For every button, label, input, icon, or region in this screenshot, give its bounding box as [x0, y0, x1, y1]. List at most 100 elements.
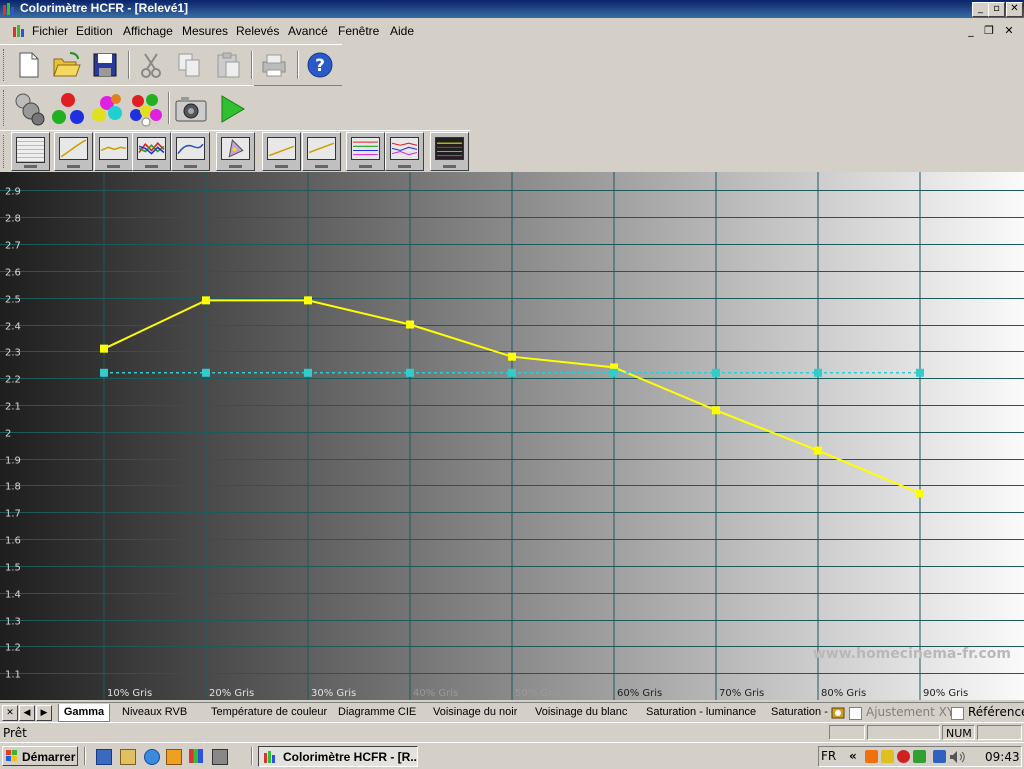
- measured-gamma-point: [508, 352, 516, 361]
- x-axis-labels: 10% Gris 20% Gris 30% Gris 40% Gris 50% Gris…: [107, 688, 968, 699]
- system-tray: « 09:43: [818, 746, 1022, 767]
- taskbar-window-button[interactable]: Colorimètre HCFR - [R...: [258, 746, 418, 767]
- sensor-adjust-icon[interactable]: [831, 706, 845, 720]
- monitor-base: [398, 165, 411, 168]
- tray-connection-icon[interactable]: [933, 750, 946, 763]
- toolbar-separator: [251, 51, 253, 79]
- tab-voisinage-noir[interactable]: Voisinage du noir: [433, 704, 517, 721]
- ajustement-xyz-checkbox[interactable]: [849, 707, 862, 720]
- multicolor-balls-icon[interactable]: [128, 91, 164, 127]
- svg-text:?: ?: [315, 56, 325, 76]
- saturation-shift-view-button[interactable]: [385, 132, 424, 171]
- cie-diagram-view-button[interactable]: [216, 132, 255, 171]
- help-icon[interactable]: ?: [304, 49, 336, 81]
- start-button[interactable]: Démarrer: [2, 746, 78, 766]
- tab-saturation-luminance[interactable]: Saturation - luminance: [646, 704, 756, 721]
- monitor-base: [229, 165, 242, 168]
- paste-icon[interactable]: [212, 49, 244, 81]
- menu-avance[interactable]: Avancé: [288, 24, 328, 38]
- measures-grid-view-button[interactable]: [11, 132, 50, 171]
- toolbar-grip: [3, 49, 7, 81]
- camera-icon[interactable]: [173, 91, 209, 127]
- cie-diagram-icon: [221, 137, 250, 160]
- menu-fichier[interactable]: Fichier: [32, 24, 68, 38]
- y-tick-label: 2.8: [5, 214, 21, 225]
- explorer-icon[interactable]: [120, 749, 136, 765]
- media-player-icon[interactable]: [166, 749, 182, 765]
- measured-gamma-point: [406, 320, 414, 329]
- rgb-balls-icon[interactable]: [50, 91, 86, 127]
- menu-releves[interactable]: Relevés: [236, 24, 279, 38]
- title-bar[interactable]: Colorimètre HCFR - [Relevé1] _ ▫ ✕: [0, 0, 1024, 18]
- menu-mesures[interactable]: Mesures: [182, 24, 228, 38]
- monitor-base: [145, 165, 158, 168]
- new-file-icon[interactable]: [12, 49, 44, 81]
- child-restore-button[interactable]: ❐: [982, 24, 996, 37]
- saturation-luminance-view-button[interactable]: [346, 132, 385, 171]
- tray-security-icon[interactable]: [913, 750, 926, 763]
- show-desktop-icon[interactable]: [96, 749, 112, 765]
- tray-network-icon[interactable]: [865, 750, 878, 763]
- tab-saturation-ecart[interactable]: Saturation - éc: [771, 704, 833, 721]
- saturation-cie-view-button[interactable]: [430, 132, 469, 171]
- document-icon[interactable]: [13, 25, 27, 37]
- menu-affichage[interactable]: Affichage: [123, 24, 173, 38]
- color-temp-view-button[interactable]: [171, 132, 210, 171]
- measured-gamma-point: [100, 344, 108, 353]
- tab-voisinage-blanc[interactable]: Voisinage du blanc: [535, 704, 627, 721]
- save-icon[interactable]: [89, 49, 121, 81]
- internet-explorer-icon[interactable]: [144, 749, 160, 765]
- tool-quicklaunch-icon[interactable]: [212, 749, 228, 765]
- copy-icon[interactable]: [173, 49, 205, 81]
- minimize-button[interactable]: _: [972, 2, 989, 17]
- rgb-levels-view-button[interactable]: [132, 132, 171, 171]
- play-icon[interactable]: [214, 91, 250, 127]
- maximize-button[interactable]: ▫: [988, 2, 1005, 17]
- y-tick-label: 1.7: [5, 509, 21, 520]
- tray-antivirus-icon[interactable]: [897, 750, 910, 763]
- tab-next-button[interactable]: ▶: [36, 705, 52, 721]
- volume-icon[interactable]: [949, 750, 965, 764]
- near-white-view-button[interactable]: [302, 132, 341, 171]
- x-tick-label: 30% Gris: [311, 688, 356, 699]
- tab-prev-button[interactable]: ◀: [19, 705, 35, 721]
- luminance-view-button[interactable]: [94, 132, 133, 171]
- cut-icon[interactable]: [135, 49, 167, 81]
- close-button[interactable]: ✕: [1006, 2, 1023, 17]
- app-icon[interactable]: [3, 3, 17, 15]
- x-tick-label: 10% Gris: [107, 688, 152, 699]
- sensor-icon[interactable]: [11, 91, 47, 127]
- status-text: Prêt: [3, 726, 27, 740]
- open-folder-icon[interactable]: [50, 49, 82, 81]
- tab-niveaux-rvb[interactable]: Niveaux RVB: [122, 704, 187, 721]
- gamma-view-button[interactable]: [54, 132, 93, 171]
- tray-expand-button[interactable]: «: [849, 749, 857, 763]
- child-close-button[interactable]: ✕: [1002, 24, 1016, 37]
- child-minimize-button[interactable]: _: [964, 24, 978, 37]
- hcfr-task-icon: [264, 751, 278, 763]
- measure-toolbar: [0, 85, 254, 131]
- x-tick-label: 70% Gris: [719, 688, 764, 699]
- reference-checkbox[interactable]: [951, 707, 964, 720]
- window-title: Colorimètre HCFR - [Relevé1]: [20, 1, 189, 15]
- taskbar-separator: [84, 747, 86, 765]
- y-tick-label: 2.7: [5, 241, 21, 252]
- measured-gamma-point: [202, 296, 210, 305]
- color-balls-icon[interactable]: [89, 91, 125, 127]
- gamma-chart[interactable]: 2.9 2.8 2.7 2.6 2.5 2.4 2.3 2.2 2.1 2 1.9 1.8 1.7 1.6…: [0, 172, 1024, 700]
- reference-gamma-point: [916, 368, 924, 377]
- standard-toolbar: ?: [0, 44, 342, 86]
- menu-bar: Fichier Edition Affichage Mesures Relevé…: [0, 20, 1024, 42]
- tab-close-button[interactable]: ✕: [2, 705, 18, 721]
- tray-messenger-icon[interactable]: [881, 750, 894, 763]
- menu-aide[interactable]: Aide: [390, 24, 414, 38]
- status-pane-2: [867, 725, 940, 740]
- tab-temperature-couleur[interactable]: Température de couleur: [211, 704, 327, 721]
- menu-edition[interactable]: Edition: [76, 24, 113, 38]
- menu-fenetre[interactable]: Fenêtre: [338, 24, 379, 38]
- tab-diagramme-cie[interactable]: Diagramme CIE: [338, 704, 416, 721]
- hcfr-quicklaunch-icon[interactable]: [189, 749, 203, 763]
- print-icon[interactable]: [258, 49, 290, 81]
- tab-gamma[interactable]: Gamma: [58, 704, 110, 722]
- near-black-view-button[interactable]: [262, 132, 301, 171]
